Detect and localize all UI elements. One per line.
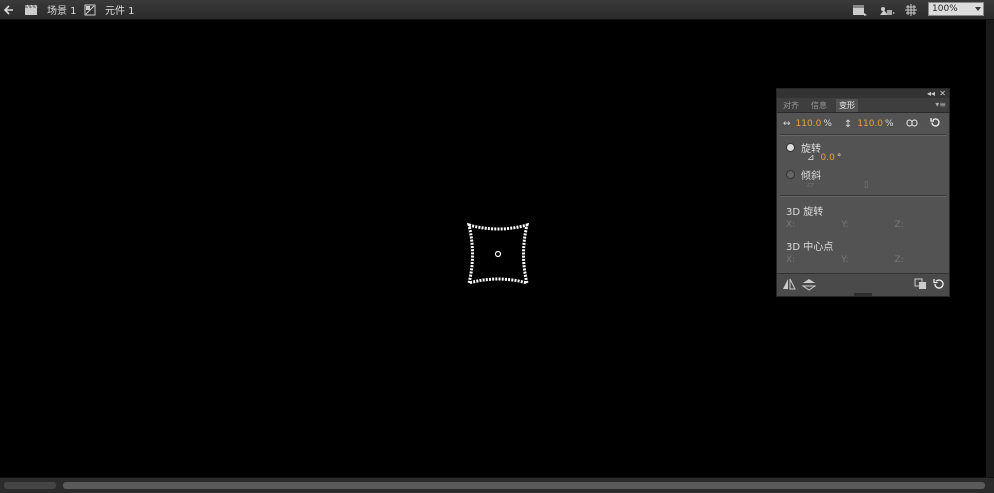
height-percent: % <box>885 119 894 129</box>
scene-breadcrumb[interactable]: 场景 1 <box>47 2 77 17</box>
collapse-icon[interactable]: ◂◂ <box>927 89 935 98</box>
scene-clapper-icon <box>24 2 38 17</box>
registration-point-icon <box>494 250 502 258</box>
back-arrow-icon[interactable] <box>3 2 15 17</box>
chevron-down-icon <box>975 7 981 11</box>
close-icon[interactable]: ✕ <box>939 89 946 98</box>
link-icon[interactable] <box>906 119 918 130</box>
zoom-value: 100% <box>932 4 958 14</box>
rotate-radio[interactable] <box>786 143 795 152</box>
skew-vertical-field[interactable] <box>873 181 897 190</box>
horizontal-scrollbar[interactable] <box>0 477 994 493</box>
panel-titlebar[interactable]: ◂◂ ✕ <box>777 89 949 98</box>
edit-bar: 场景 1 元件 1 100% <box>0 0 994 20</box>
skew-horizontal-icon: ▱ <box>807 180 814 190</box>
rotate-angle-icon: ⊿ <box>807 153 815 163</box>
width-percent: % <box>823 119 832 129</box>
rotate3d-y-field[interactable] <box>853 221 877 230</box>
center3d-z-field[interactable] <box>908 256 932 265</box>
reset-icon[interactable] <box>929 117 941 131</box>
center3d-x-label: X: <box>786 255 796 265</box>
tab-align[interactable]: 对齐 <box>780 99 802 112</box>
rotate3d-z-field[interactable] <box>908 221 932 230</box>
flip-vertical-icon[interactable] <box>801 278 817 294</box>
width-scale-icon: ↔ <box>783 119 791 129</box>
tab-info[interactable]: 信息 <box>808 99 830 112</box>
vertical-scrollbar[interactable] <box>986 20 994 478</box>
rotate3d-x-label: X: <box>786 220 796 230</box>
duplicate-transform-icon[interactable] <box>914 278 927 293</box>
center-stage-icon[interactable] <box>905 2 917 17</box>
skew-vertical-icon: ▯ <box>863 180 869 190</box>
center3d-y-label: Y: <box>841 255 849 265</box>
skew-radio[interactable] <box>786 170 795 179</box>
scroll-left-track[interactable] <box>4 482 56 489</box>
panel-menu-icon[interactable]: ▾≡ <box>935 100 946 109</box>
rotate3d-z-label: Z: <box>894 220 904 230</box>
scroll-thumb[interactable] <box>63 482 985 489</box>
rotate3d-y-label: Y: <box>841 220 849 230</box>
rotate3d-x-field[interactable] <box>799 221 823 230</box>
rotate3d-label: 3D 旋转 <box>786 207 824 218</box>
center3d-label: 3D 中心点 <box>786 242 834 253</box>
center3d-y-field[interactable] <box>853 256 877 265</box>
panel-tabs: 对齐 信息 变形 ▾≡ <box>777 98 949 113</box>
edit-scene-icon[interactable] <box>852 2 868 17</box>
skew-horizontal-field[interactable] <box>818 181 842 190</box>
width-scale-value[interactable]: 110.0 <box>796 119 822 129</box>
panel-resize-grip[interactable] <box>854 293 872 296</box>
edit-symbol-icon[interactable] <box>878 2 896 17</box>
symbol-icon <box>84 2 98 17</box>
rotate-value[interactable]: 0.0 <box>821 153 835 163</box>
degree-unit: ° <box>836 153 842 163</box>
symbol-breadcrumb[interactable]: 元件 1 <box>105 2 135 17</box>
tab-transform[interactable]: 变形 <box>836 99 858 112</box>
selected-shape[interactable] <box>462 220 534 290</box>
flip-horizontal-icon[interactable] <box>782 278 796 294</box>
reset-transform-icon[interactable] <box>933 278 945 293</box>
zoom-select[interactable]: 100% <box>928 2 984 16</box>
panel-footer <box>777 273 949 296</box>
center3d-z-label: Z: <box>894 255 904 265</box>
height-scale-icon: ↕ <box>843 118 853 130</box>
center3d-x-field[interactable] <box>799 256 823 265</box>
height-scale-value[interactable]: 110.0 <box>857 119 883 129</box>
transform-panel: ◂◂ ✕ 对齐 信息 变形 ▾≡ ↔ 110.0 % ↕ 110.0 % 旋转 … <box>776 88 950 297</box>
